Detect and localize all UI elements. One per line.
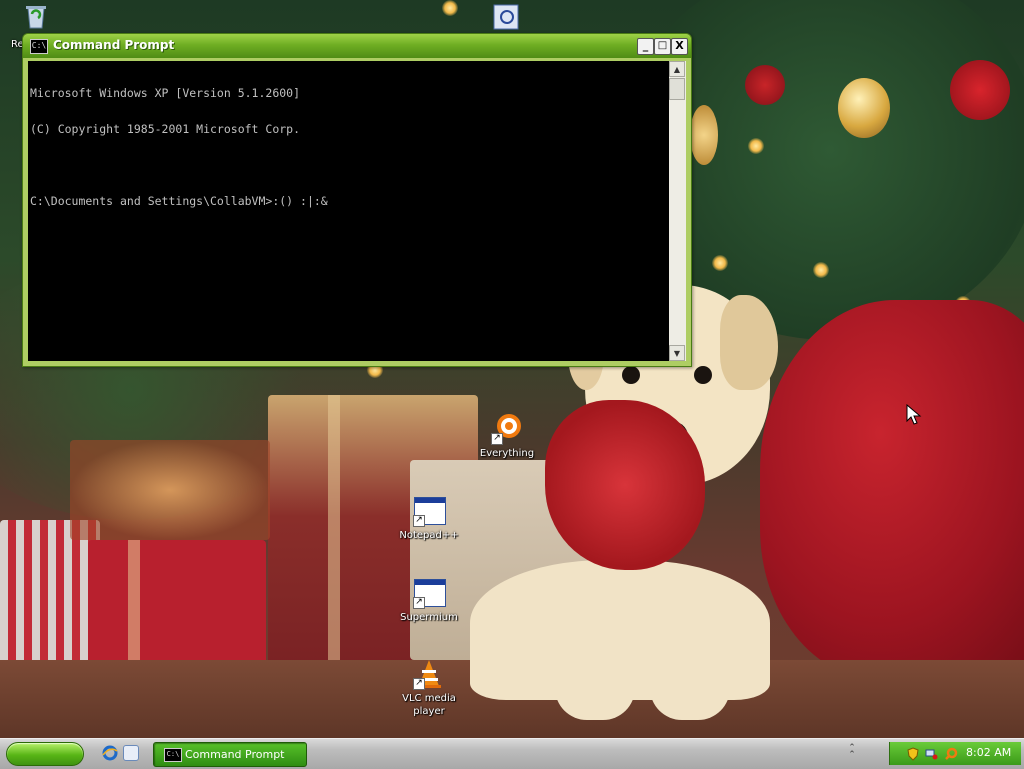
cmd-icon: C:\ [164, 748, 182, 762]
red-blanket [760, 300, 1024, 680]
vertical-scrollbar[interactable]: ▲ ▼ [669, 61, 686, 361]
minimize-button[interactable]: _ [637, 38, 654, 55]
gift-bow [70, 440, 270, 540]
window-titlebar[interactable]: C:\ Command Prompt _ □ X [23, 34, 691, 58]
desktop-icon-label: Supermium [400, 612, 458, 623]
gift-red [88, 540, 266, 670]
tray-expand-icon[interactable]: ⌃ ⌃ [846, 744, 858, 760]
desktop-icon-recycle-bin[interactable]: Re [2, 2, 62, 50]
taskbar-button-command-prompt[interactable]: C:\ Command Prompt [153, 742, 307, 767]
gift-striped [0, 520, 100, 680]
taskbar-button-label: Command Prompt [185, 748, 285, 761]
command-prompt-window[interactable]: C:\ Command Prompt _ □ X Microsoft Windo… [22, 33, 692, 367]
close-button[interactable]: X [671, 38, 688, 55]
show-desktop-icon[interactable] [123, 745, 139, 761]
light [712, 255, 728, 271]
internet-explorer-icon[interactable] [102, 745, 118, 761]
window-title: Command Prompt [53, 38, 175, 52]
console-line: Microsoft Windows XP [Version 5.1.2600] [30, 86, 301, 100]
light [748, 138, 764, 154]
puppy-eye [622, 366, 640, 384]
shortcut-arrow-icon: ↗ [413, 515, 425, 527]
desktop-icon-notepadpp[interactable]: ↗ Notepad++ [392, 495, 466, 542]
desktop-icon-label: VLC media player [402, 693, 456, 717]
light [442, 0, 458, 16]
scroll-up-icon[interactable]: ▲ [669, 61, 685, 77]
puppy-eye [694, 366, 712, 384]
maximize-button[interactable]: □ [654, 38, 671, 55]
desktop-icon-vlc[interactable]: ↗ VLC media player [392, 658, 466, 718]
ornament-gold [690, 105, 718, 165]
notepadpp-icon: ↗ [413, 495, 446, 527]
everything-tray-icon[interactable] [944, 746, 958, 760]
scroll-thumb[interactable] [669, 78, 685, 100]
ornament-gold [838, 78, 890, 138]
taskbar: C:\ Command Prompt ⌃ ⌃ 8:02 AM [0, 738, 1024, 769]
desktop-icon-label: Everything [479, 448, 535, 459]
light [813, 262, 829, 278]
ornament-red [745, 65, 785, 105]
everything-icon: ↗ [491, 413, 523, 445]
app-icon [493, 4, 519, 30]
shortcut-arrow-icon: ↗ [491, 433, 503, 445]
vlc-cone-icon: ↗ [413, 658, 445, 690]
system-tray: 8:02 AM [889, 742, 1021, 765]
desktop-icon-top[interactable] [486, 4, 526, 32]
console-output[interactable]: Microsoft Windows XP [Version 5.1.2600] … [28, 61, 669, 361]
recycle-bin-icon [22, 2, 50, 30]
supermium-icon: ↗ [413, 577, 446, 609]
scroll-down-icon[interactable]: ▼ [669, 345, 685, 361]
shortcut-arrow-icon: ↗ [413, 678, 425, 690]
puppy-paw [555, 640, 635, 720]
desktop-icon-everything[interactable]: ↗ Everything [470, 413, 544, 460]
console-line: C:\Documents and Settings\CollabVM>:() :… [30, 194, 328, 208]
security-shield-icon[interactable] [906, 746, 920, 761]
shortcut-arrow-icon: ↗ [413, 597, 425, 609]
ornament-red [950, 60, 1010, 120]
console-line: (C) Copyright 1985-2001 Microsoft Corp. [30, 122, 301, 136]
puppy-paw [650, 640, 730, 720]
red-bow [545, 400, 705, 570]
start-button[interactable] [6, 742, 84, 766]
clock[interactable]: 8:02 AM [966, 746, 1011, 759]
network-icon[interactable] [924, 746, 938, 760]
cmd-icon: C:\ [30, 39, 48, 54]
desktop-icon-supermium[interactable]: ↗ Supermium [392, 577, 466, 624]
desktop-icon-label: Notepad++ [399, 530, 459, 541]
